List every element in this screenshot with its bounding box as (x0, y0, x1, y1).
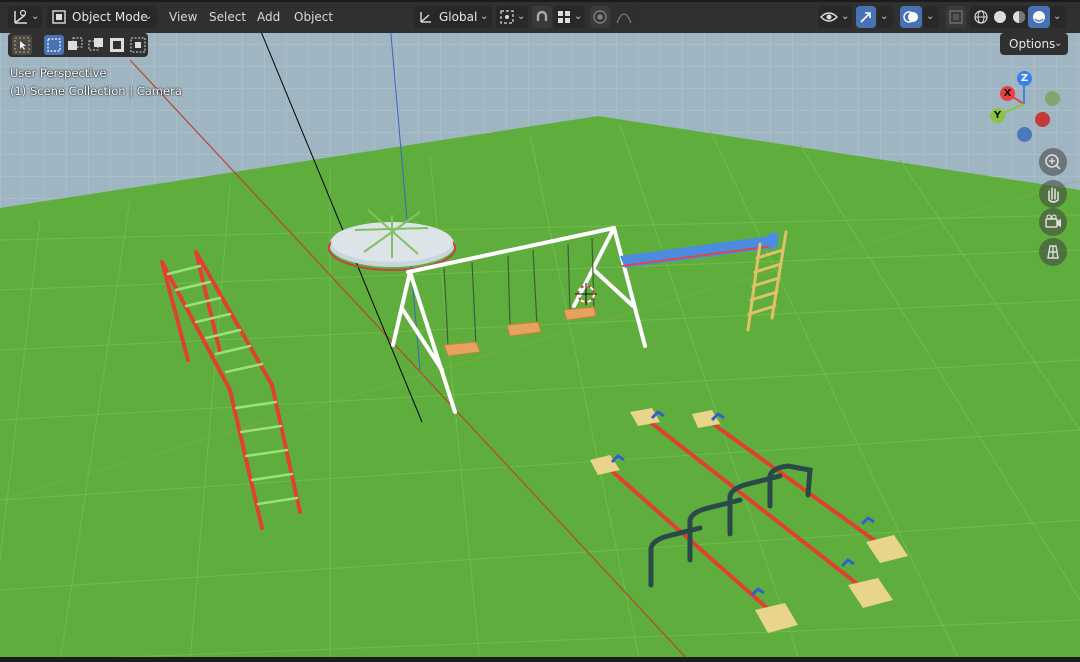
shading-modes (970, 6, 1050, 28)
menu-select[interactable]: Select (203, 6, 252, 28)
viewport-header: ⌄ Object Mode ⌄ View Select Add Object G… (0, 0, 1080, 33)
mode-label: Object Mode (72, 10, 148, 24)
overlays-icon (903, 11, 918, 23)
snap-toggle[interactable] (532, 6, 552, 28)
wireframe-shading-icon[interactable] (972, 8, 990, 26)
chevron-down-icon: ⌄ (1054, 38, 1063, 49)
rendered-shading-icon (1033, 11, 1045, 23)
options-label: Options (1009, 37, 1056, 51)
view-name: User Perspective (10, 66, 107, 80)
chevron-down-icon: ⌄ (517, 11, 526, 22)
chevron-down-icon: ⌄ (31, 11, 40, 22)
chevron-down-icon: ⌄ (480, 11, 489, 22)
camera-view-button[interactable] (1039, 208, 1067, 236)
gizmo-x-axis[interactable]: X (1000, 86, 1015, 101)
proportional-edit-icon (593, 10, 607, 24)
overlays-dropdown[interactable]: ⌄ (923, 6, 939, 28)
solid-shading-icon[interactable] (991, 8, 1009, 26)
select-mode-new[interactable] (44, 35, 64, 55)
zoom-button[interactable] (1039, 148, 1067, 176)
options-dropdown[interactable]: Options ⌄ (1000, 33, 1068, 55)
select-box-tool[interactable] (12, 35, 32, 55)
select-mode-subtract[interactable] (86, 35, 106, 55)
navigation-gizmo[interactable]: Z X Y (990, 70, 1070, 150)
gizmo-y-axis[interactable]: Y (990, 108, 1005, 123)
pan-button[interactable] (1039, 180, 1067, 208)
select-extend-icon (68, 37, 83, 50)
xray-icon (949, 10, 963, 24)
perspective-toggle-button[interactable] (1039, 238, 1067, 266)
selection-tools (8, 33, 148, 57)
camera-icon (1045, 214, 1061, 228)
header-top-border (0, 0, 1080, 2)
proportional-falloff-dropdown[interactable] (612, 6, 642, 28)
orientation-icon (420, 12, 431, 23)
gizmo-toggle[interactable] (856, 6, 876, 28)
select-invert-icon (110, 38, 124, 52)
cursor-icon (14, 37, 30, 53)
menu-object[interactable]: Object (288, 6, 339, 28)
editor-type-dropdown[interactable]: ⌄ (8, 6, 42, 28)
transform-orientation-dropdown[interactable]: Global ⌄ (414, 6, 492, 28)
material-preview-icon[interactable] (1010, 8, 1028, 26)
snap-target-dropdown[interactable]: ⌄ (553, 6, 585, 28)
rendered-shading-button[interactable] (1028, 6, 1050, 28)
menu-add[interactable]: Add (251, 6, 286, 28)
gizmo-neg-y-axis[interactable] (1045, 91, 1060, 106)
gizmo-z-axis[interactable]: Z (1017, 71, 1032, 86)
chevron-down-icon: ⌄ (144, 11, 153, 22)
visibility-dropdown[interactable]: ⌄ (818, 6, 852, 28)
select-mode-invert[interactable] (107, 35, 127, 55)
grid-perspective-icon (1047, 245, 1059, 259)
chevron-down-icon: ⌄ (926, 11, 935, 22)
chevron-down-icon: ⌄ (574, 11, 583, 22)
shading-dropdown[interactable]: ⌄ (1050, 6, 1066, 28)
pivot-point-dropdown[interactable]: ⌄ (496, 6, 528, 28)
object-mode-icon (52, 10, 66, 24)
snap-grid-icon (558, 11, 570, 23)
gizmo-arrows-icon (860, 12, 871, 23)
scene-canvas[interactable] (0, 0, 1080, 662)
falloff-curve-icon (616, 13, 632, 24)
mode-dropdown[interactable]: Object Mode ⌄ (47, 6, 157, 28)
gizmo-neg-z-axis[interactable] (1017, 127, 1032, 142)
gizmo-neg-x-axis[interactable] (1035, 112, 1050, 127)
viewport-bottom-border (0, 657, 1080, 662)
chevron-down-icon: ⌄ (841, 11, 850, 22)
select-intersect-icon (130, 37, 146, 53)
select-new-icon (47, 38, 61, 52)
chevron-down-icon: ⌄ (880, 11, 889, 22)
ground-plane (0, 116, 1080, 662)
select-mode-intersect[interactable] (128, 35, 148, 55)
select-subtract-icon (88, 38, 103, 51)
axes-editor-icon (14, 9, 27, 24)
zoom-icon (1045, 154, 1061, 170)
overlays-toggle[interactable] (900, 6, 922, 28)
eye-icon (820, 12, 838, 22)
menu-view[interactable]: View (163, 6, 203, 28)
magnet-icon (536, 10, 548, 21)
select-mode-extend[interactable] (65, 35, 85, 55)
chevron-down-icon: ⌄ (1053, 11, 1062, 22)
pivot-point-icon (500, 10, 514, 24)
proportional-editing-toggle[interactable] (590, 6, 610, 28)
orientation-label: Global (439, 10, 478, 24)
gizmo-dropdown[interactable]: ⌄ (877, 6, 893, 28)
collection-info: (1) Scene Collection | Camera (10, 84, 182, 98)
3d-viewport[interactable]: User Perspective (1) Scene Collection | … (0, 0, 1080, 662)
xray-toggle[interactable] (946, 6, 966, 28)
hand-icon (1048, 187, 1059, 203)
